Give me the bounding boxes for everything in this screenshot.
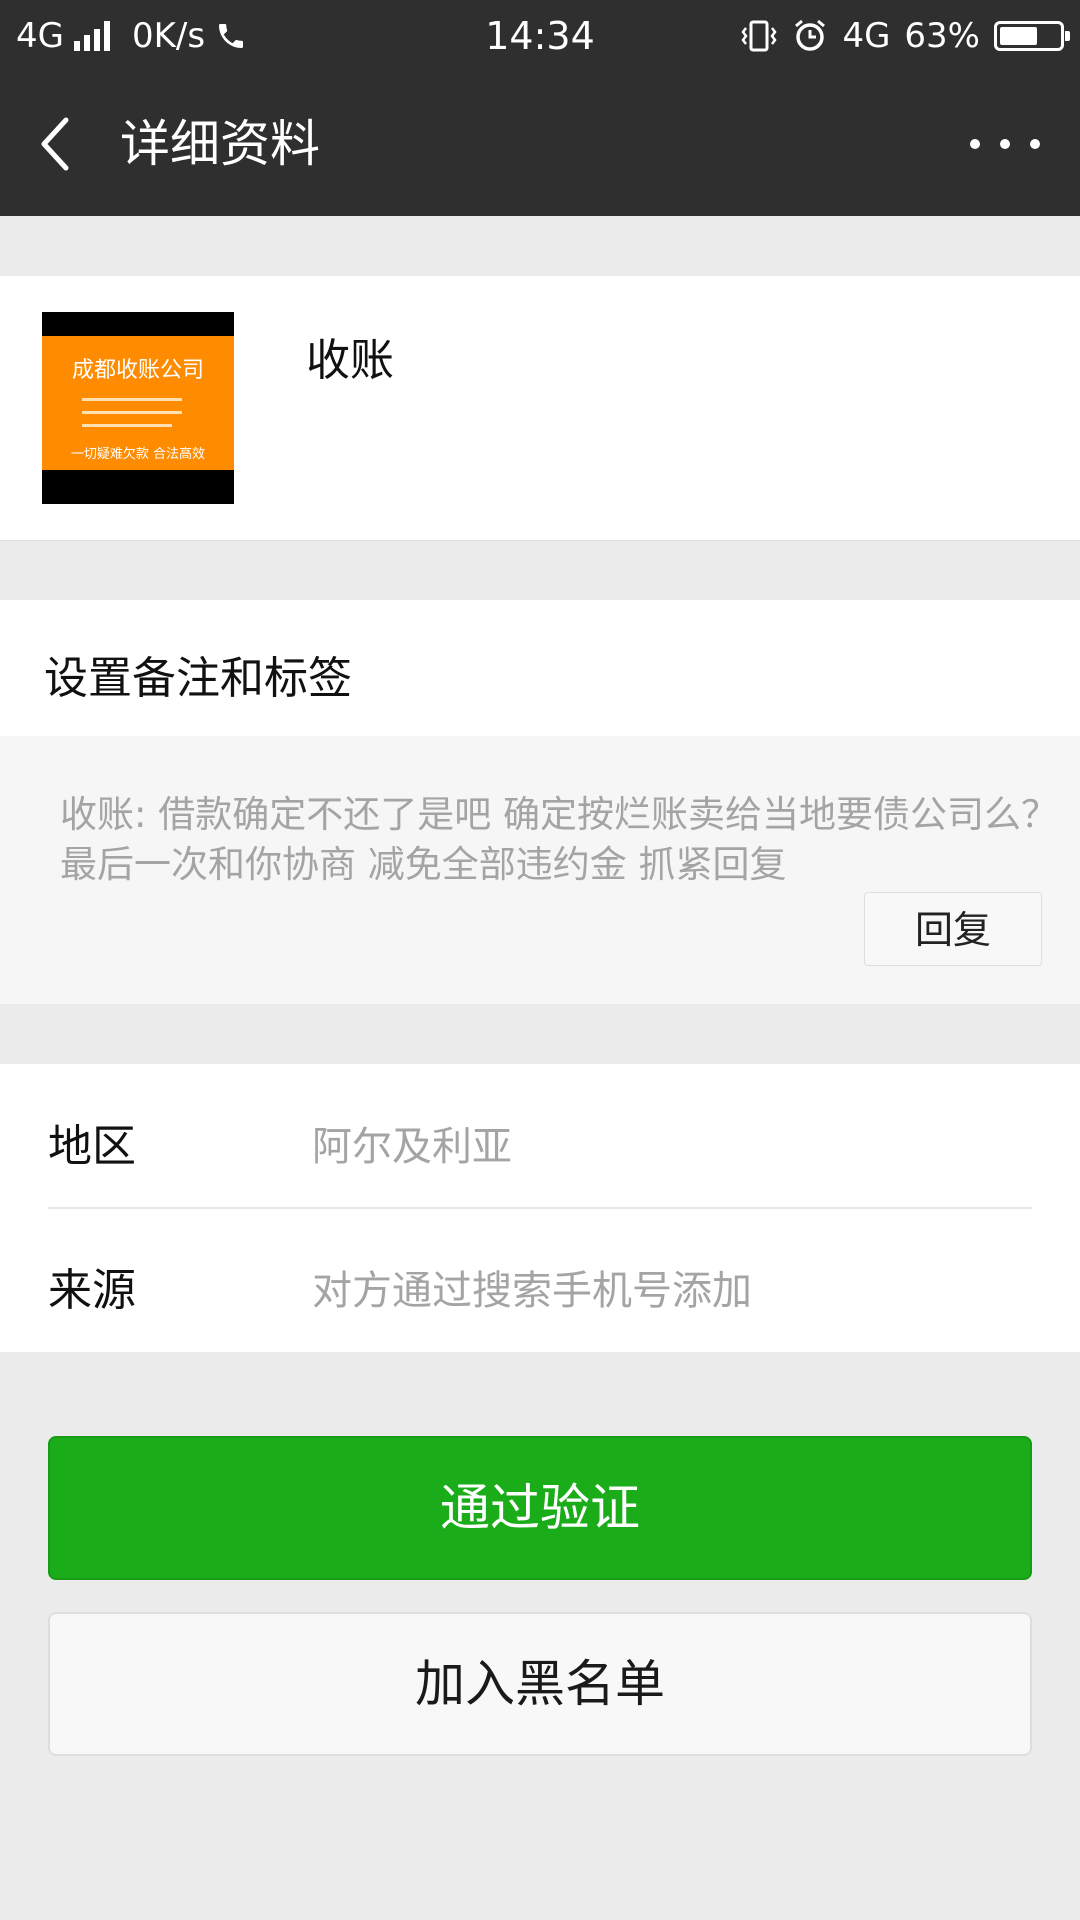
verification-message-box: 收账: 借款确定不还了是吧 确定按烂账卖给当地要债公司么？最后一次和你协商 减免…: [0, 736, 1080, 1004]
more-dot-icon: [1030, 139, 1040, 149]
network-type-right: 4G: [842, 16, 891, 56]
more-button[interactable]: [970, 120, 1040, 168]
info-row-region: 地区 阿尔及利亚: [0, 1064, 1080, 1209]
info-row-source: 来源 对方通过搜索手机号添加: [0, 1208, 1080, 1352]
chevron-left-icon: [41, 117, 69, 171]
accept-verification-button[interactable]: 通过验证: [48, 1436, 1032, 1580]
nav-bar: 详细资料: [0, 72, 1080, 216]
status-bar: 4G 0K/s 14:34 4G 63%: [0, 0, 1080, 72]
battery-icon: [994, 21, 1070, 51]
avatar[interactable]: 成都收账公司 一切疑难欠款 合法高效: [42, 312, 234, 504]
avatar-footer: 一切疑难欠款 合法高效: [70, 447, 206, 462]
more-dot-icon: [1000, 139, 1010, 149]
set-remark-and-tags-item[interactable]: 设置备注和标签: [44, 642, 352, 706]
alarm-icon: [795, 19, 826, 51]
vibrate-icon: [741, 20, 777, 52]
page-title: 详细资料: [120, 115, 320, 173]
source-label: 来源: [48, 1265, 136, 1316]
add-to-blacklist-button[interactable]: 加入黑名单: [48, 1612, 1032, 1756]
profile-name: 收账: [306, 335, 394, 386]
profile-card: 成都收账公司 一切疑难欠款 合法高效 收账: [0, 276, 1080, 541]
back-button[interactable]: [28, 112, 88, 176]
region-value: 阿尔及利亚: [312, 1124, 512, 1170]
reply-button[interactable]: 回复: [864, 892, 1042, 966]
battery-percent: 63%: [904, 16, 980, 56]
avatar-image: 成都收账公司 一切疑难欠款 合法高效: [42, 336, 234, 470]
source-value: 对方通过搜索手机号添加: [312, 1268, 752, 1314]
remark-card: 设置备注和标签 收账: 借款确定不还了是吧 确定按烂账卖给当地要债公司么？最后一…: [0, 600, 1080, 1004]
status-right: 4G 63%: [740, 16, 1070, 56]
avatar-detail-lines: [82, 392, 182, 437]
region-label: 地区: [48, 1121, 136, 1172]
info-card: 地区 阿尔及利亚 来源 对方通过搜索手机号添加: [0, 1064, 1080, 1352]
verification-message: 收账: 借款确定不还了是吧 确定按烂账卖给当地要债公司么？最后一次和你协商 减免…: [60, 793, 1058, 886]
avatar-title: 成都收账公司: [71, 358, 204, 383]
more-dot-icon: [970, 139, 980, 149]
battery-fill: [1000, 27, 1037, 45]
